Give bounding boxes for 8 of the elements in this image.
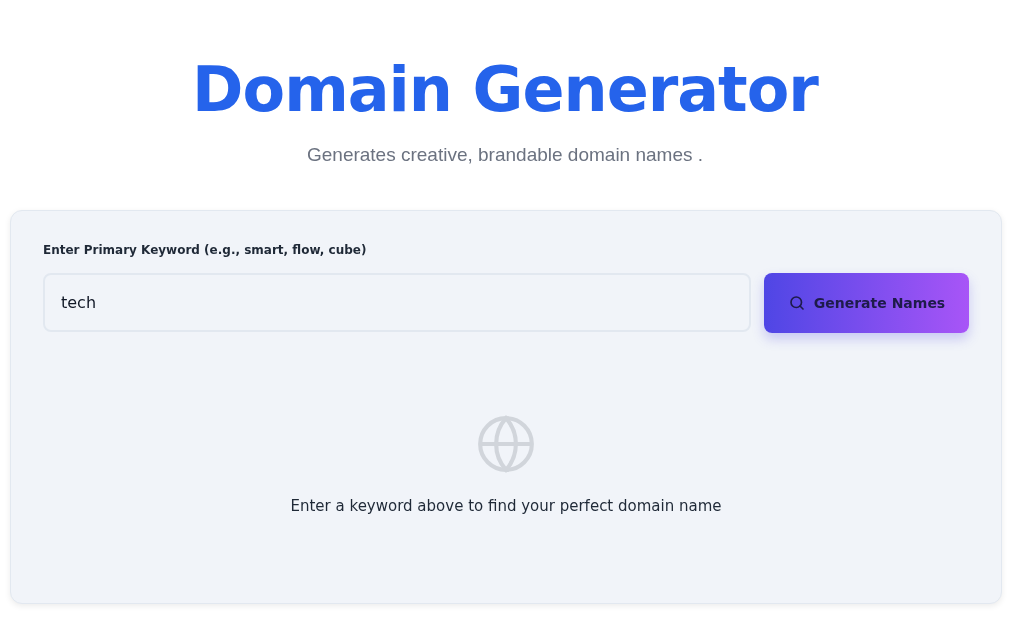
- keyword-input[interactable]: tech: [43, 273, 751, 332]
- keyword-label: Enter Primary Keyword (e.g., smart, flow, cube): [43, 243, 368, 257]
- page-subtitle: Generates creative, brandable domain names .: [306, 144, 704, 166]
- globe-icon: [475, 413, 537, 475]
- empty-state-message: Enter a keyword above to find your perfect domain name: [290, 497, 722, 515]
- search-icon: [787, 294, 806, 312]
- generate-button[interactable]: Generate Names: [764, 273, 969, 333]
- page-title: Domain Generator: [192, 52, 818, 128]
